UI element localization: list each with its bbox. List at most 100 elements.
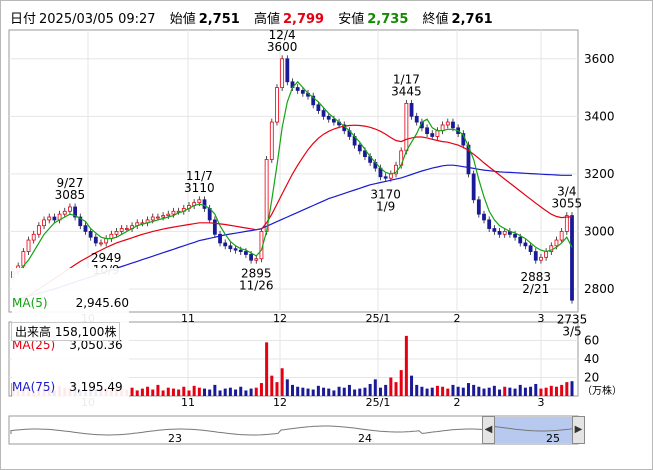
volume-bar [373,379,377,396]
price-annotation: 1/9 [376,200,395,214]
volume-unit: （万株） [582,384,622,397]
volume-bar [384,384,388,396]
volume-bar [415,384,419,396]
volume-bar [171,388,175,396]
volume-bar [306,388,310,396]
candle [570,215,574,301]
volume-bar [503,386,507,396]
y-tick-label: 3400 [584,109,615,123]
price-annotation: 2/21 [522,282,549,296]
volume-bar [451,384,455,396]
candle [471,173,476,201]
volume-bar [461,387,465,396]
candle [425,127,429,134]
volume-bar [332,390,336,396]
candle [492,228,497,232]
candle [223,242,228,247]
volume-bar [430,387,434,396]
candle [482,213,486,221]
candle [533,251,538,261]
candle [539,256,543,261]
candle [36,225,41,235]
candle [233,248,238,251]
volume-bar [498,389,502,396]
candle [559,231,564,241]
volume-bar [161,390,165,396]
price-annotation: 3085 [55,188,86,202]
candle [554,239,559,247]
price-annotation: 11/26 [239,279,274,293]
y-tick-label: 3200 [584,167,615,181]
x-tick-label: 2 [454,312,461,325]
volume-bar [456,386,460,396]
volume-bar [482,388,486,396]
volume-bar [244,390,248,396]
x-tick-label: 3 [538,312,545,325]
volume-bar [441,386,445,396]
volume-bar [477,386,481,396]
volume-bar [213,384,217,396]
volume-bar [410,375,414,396]
candle [544,251,549,258]
volume-bar [208,389,212,396]
volume-bar [399,370,403,396]
x-tick-label: 3 [538,396,545,409]
candle [300,90,305,94]
price-annotation: 3055 [552,197,583,211]
candle [435,130,440,137]
volume-bar [337,386,341,396]
candle [445,121,450,126]
volume-bar [492,385,496,396]
volume-bar [523,387,527,396]
x-tick-label: 25/1 [366,312,391,325]
candle [156,216,160,219]
volume-bar [192,385,196,396]
candle [295,87,300,91]
navigator-left-handle[interactable]: ◀ [482,416,495,444]
volume-bar [420,386,424,396]
navigator-right-handle[interactable]: ▶ [572,416,585,444]
candle [513,233,517,238]
volume-bar [544,387,548,396]
candle [93,236,98,244]
candle [52,216,57,221]
candle [321,110,326,117]
candle [150,216,155,221]
candle [487,219,492,229]
candle [430,133,435,137]
price-annotation: 3/5 [562,325,581,339]
volume-bar [368,383,372,396]
ma75-legend: MA(75) 3,195.49 [12,380,123,394]
volume-bar [327,388,331,396]
volume-bar [285,379,289,396]
volume-bar [151,389,155,396]
candle [166,213,171,217]
volume-bar [529,386,533,396]
volume-bar [513,388,517,396]
candle [202,199,207,209]
volume-bar [565,382,569,396]
candle [114,231,119,235]
candle [269,121,274,160]
volume-bar [197,387,201,396]
candle [31,233,36,241]
volume-bar [218,390,222,396]
candle [564,215,569,232]
volume-bar [472,384,476,396]
volume-bar [254,387,258,396]
volume-bar [394,382,398,396]
candle [171,210,176,215]
candle [62,210,67,215]
volume-bar [301,387,305,396]
volume-bar [177,389,181,396]
candle [212,219,217,235]
candle [451,121,455,129]
candle [83,225,88,232]
x-tick-label: 12 [273,312,287,325]
volume-bar [296,386,300,396]
volume-bar [404,335,408,396]
candle [104,238,109,244]
volume-bar [358,388,362,396]
volume-bar [259,383,263,396]
volume-bar [156,384,160,396]
